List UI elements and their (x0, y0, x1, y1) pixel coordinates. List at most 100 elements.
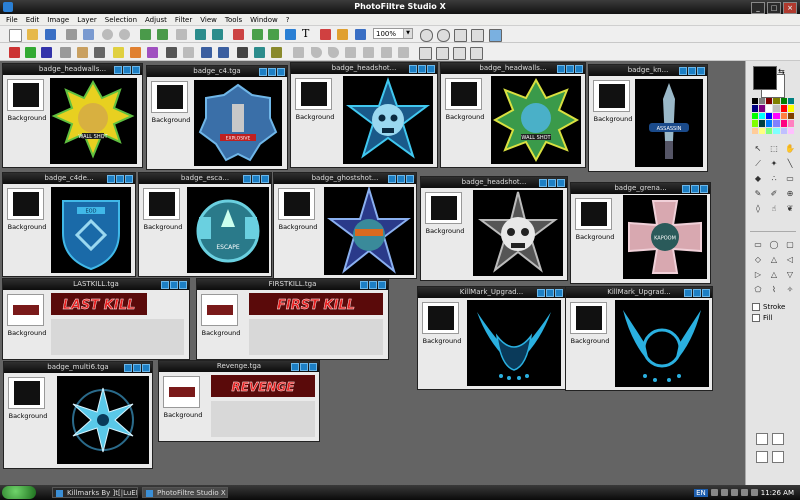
palette-swatch[interactable] (773, 120, 780, 127)
minimize-icon[interactable] (243, 175, 251, 183)
saturation-icon[interactable] (147, 47, 158, 58)
palette-swatch[interactable] (766, 98, 773, 105)
title-bar[interactable]: PhotoFiltre Studio X _ □ × (0, 0, 800, 14)
magic-wand-icon[interactable]: ✦ (768, 158, 780, 169)
image-canvas[interactable]: WALL SHOT (491, 76, 581, 164)
image-window[interactable]: badge_headwalls... Background WALL SHOT (440, 62, 586, 168)
close-icon[interactable] (555, 289, 563, 297)
minimize-icon[interactable] (360, 281, 368, 289)
layer-thumbnail[interactable] (295, 78, 332, 110)
color-icon[interactable] (320, 29, 331, 40)
image-canvas[interactable]: WALL SHOT (50, 78, 137, 164)
palette-swatch[interactable] (787, 127, 794, 134)
image-canvas[interactable] (324, 185, 414, 275)
maximize-icon[interactable] (123, 66, 131, 74)
language-indicator[interactable]: EN (694, 488, 708, 497)
zoom-select[interactable]: 100% ▼ (373, 28, 413, 39)
taskbar-item[interactable]: Killmarks By ]t[|LuEDe... (52, 487, 138, 498)
close-icon[interactable] (557, 179, 565, 187)
minimize-icon[interactable] (409, 65, 417, 73)
panel-toggle-3-icon[interactable] (756, 451, 768, 463)
maximize-icon[interactable] (170, 281, 178, 289)
image-window[interactable]: badge_c4de... Background EOD (2, 172, 136, 277)
crop-icon[interactable] (176, 29, 187, 40)
menu-selection[interactable]: Selection (101, 14, 141, 26)
layer-thumbnail[interactable] (7, 79, 44, 111)
polygon-shape-icon[interactable]: ⬠ (752, 284, 764, 295)
image-window[interactable]: badge_c4.tga Background EXPLOSIVE (146, 65, 288, 170)
layer-thumbnail[interactable] (575, 198, 612, 230)
maximize-icon[interactable] (548, 179, 556, 187)
image-window[interactable]: KillMark_Upgrad... Background (565, 286, 713, 391)
filter-green-icon[interactable] (25, 47, 36, 58)
variations-icon[interactable] (271, 47, 282, 58)
taskbar-item[interactable]: PhotoFiltre Studio X (142, 487, 228, 498)
maximize-icon[interactable] (418, 65, 426, 73)
ellipse-shape-icon[interactable]: ◯ (768, 239, 780, 250)
paste-icon[interactable] (157, 29, 168, 40)
image-window[interactable]: badge_headwalls... Background WALL SHOT (2, 63, 143, 168)
palette-swatch[interactable] (787, 112, 794, 120)
layer-thumbnail[interactable] (7, 294, 44, 326)
rotate-icon[interactable] (453, 47, 466, 60)
palette-swatch[interactable] (787, 105, 794, 112)
minimize-icon[interactable] (388, 175, 396, 183)
contrast-icon[interactable] (130, 47, 141, 58)
minimize-icon[interactable] (107, 175, 115, 183)
filter-red-icon[interactable] (9, 47, 20, 58)
palette-swatch[interactable] (766, 127, 773, 134)
palette-swatch[interactable] (787, 98, 794, 105)
plugin-icon[interactable] (355, 29, 366, 40)
palette-swatch[interactable] (759, 98, 766, 105)
maximize-icon[interactable] (691, 185, 699, 193)
fill-checkbox[interactable]: Fill (752, 314, 772, 322)
palette-swatch[interactable] (766, 120, 773, 127)
scan-icon[interactable] (83, 29, 94, 40)
brush-icon[interactable]: ✎ (752, 188, 764, 199)
palette-swatch[interactable] (780, 127, 787, 134)
brightness-icon[interactable] (113, 47, 124, 58)
layer-thumbnail[interactable] (163, 376, 200, 408)
menu-window[interactable]: Window (246, 14, 282, 26)
palette-swatch[interactable] (780, 98, 787, 105)
palette-swatch[interactable] (787, 120, 794, 127)
maximize-icon[interactable] (546, 289, 554, 297)
layer-thumbnail[interactable] (278, 188, 315, 220)
maximize-icon[interactable] (300, 363, 308, 371)
minimize-icon[interactable] (557, 65, 565, 73)
foreground-color-swatch[interactable] (753, 66, 777, 90)
image-window[interactable]: FIRSTKILL.tga Background FIRST KILL (196, 278, 389, 360)
hue-icon[interactable] (254, 47, 265, 58)
sepia-icon[interactable] (77, 47, 88, 58)
tray-icon[interactable] (730, 489, 738, 496)
maximize-icon[interactable] (566, 65, 574, 73)
undo-icon[interactable] (102, 29, 113, 40)
image-window[interactable]: badge_grena... Background KAPOOM (570, 182, 711, 284)
image-canvas[interactable]: ASSASSIN (635, 79, 703, 167)
fit-icon[interactable] (233, 29, 244, 40)
open-folder-icon[interactable] (27, 29, 38, 40)
edge-icon[interactable] (381, 47, 392, 58)
layer-options-icon[interactable] (268, 29, 279, 40)
palette-swatch[interactable] (780, 112, 787, 120)
soften-drop-icon[interactable] (328, 47, 339, 58)
redo-icon[interactable] (119, 29, 130, 40)
image-canvas[interactable] (343, 76, 433, 164)
save-icon[interactable] (45, 29, 56, 40)
image-canvas[interactable]: ESCAPE (187, 187, 269, 273)
tray-icon[interactable] (710, 489, 718, 496)
minimize-icon[interactable] (679, 67, 687, 75)
layer-thumbnail[interactable] (445, 78, 482, 110)
mirror-icon[interactable] (398, 47, 409, 58)
close-icon[interactable] (261, 175, 269, 183)
fullscreen-icon[interactable] (489, 29, 502, 42)
canvas-size-icon[interactable] (212, 29, 223, 40)
pointer-tool-icon[interactable]: ↖ (752, 143, 764, 154)
palette-swatch[interactable] (752, 98, 759, 105)
fit-window-icon[interactable] (471, 29, 484, 42)
smudge-icon[interactable]: ☝ (768, 203, 780, 214)
maximize-button[interactable]: □ (767, 2, 781, 14)
minimize-icon[interactable] (291, 363, 299, 371)
palette-swatch[interactable] (759, 112, 766, 120)
image-canvas[interactable]: LAST KILL (51, 293, 147, 315)
